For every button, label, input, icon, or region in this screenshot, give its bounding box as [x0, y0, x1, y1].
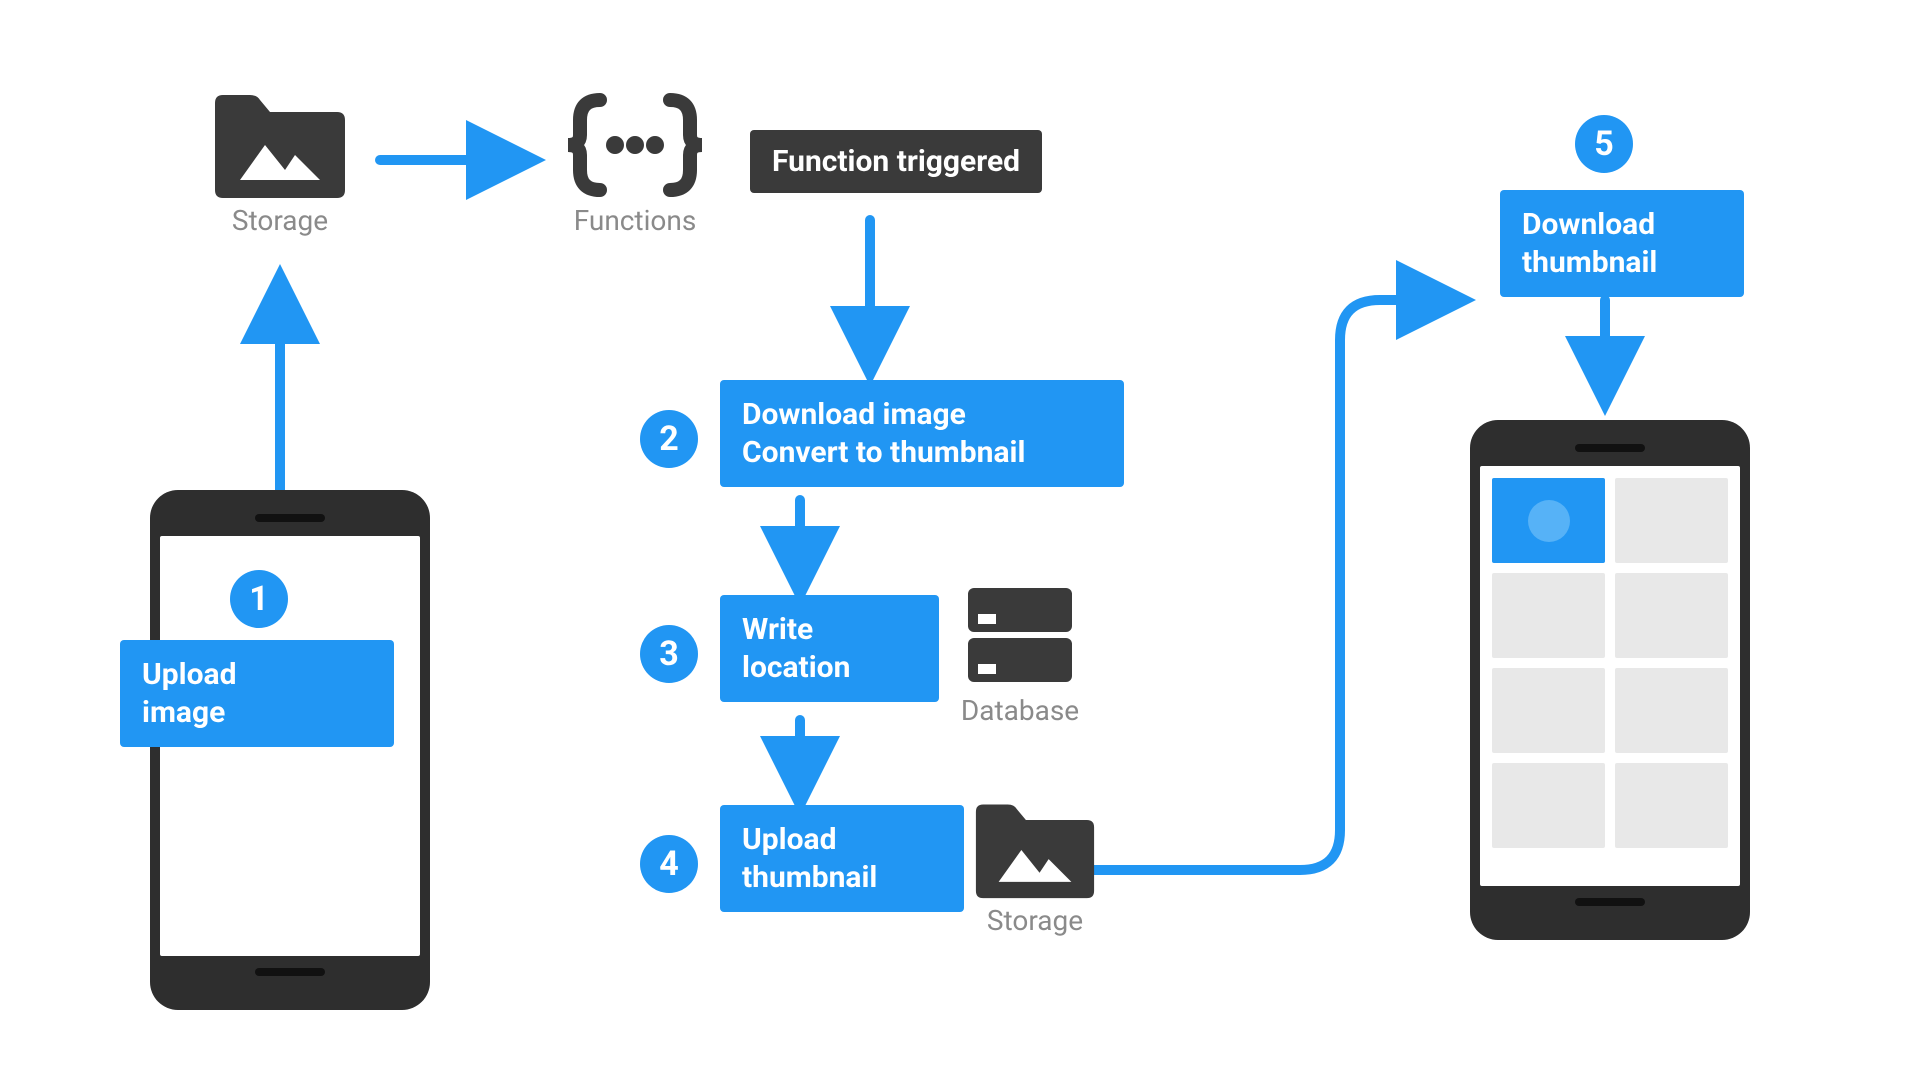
step-5-badge: 5: [1575, 115, 1633, 173]
step-4-line2: thumbnail: [742, 859, 942, 897]
database-label: Database: [960, 694, 1080, 727]
step-4-box: Upload thumbnail: [720, 805, 964, 912]
database-group: Database: [960, 580, 1080, 727]
grid-tile: [1492, 763, 1605, 848]
storage-top-group: Storage: [210, 90, 350, 237]
folder-image-icon: [210, 90, 350, 200]
step-5-line2: thumbnail: [1522, 245, 1657, 280]
diagram-stage: Storage Functions Function triggered 1 U…: [0, 0, 1920, 1080]
step-4-badge: 4: [640, 835, 698, 893]
storage-bottom-group: Storage: [970, 800, 1100, 937]
step-3-badge: 3: [640, 625, 698, 683]
grid-tile: [1615, 668, 1728, 753]
thumbnail-grid: [1480, 466, 1740, 860]
storage-bottom-label: Storage: [970, 904, 1100, 937]
database-icon: [960, 580, 1080, 690]
step-1-label-line1: Upload: [142, 657, 236, 692]
grid-tile: [1615, 478, 1728, 563]
functions-group: Functions: [560, 90, 710, 237]
step-1-box: Upload image: [120, 640, 394, 747]
step-5-line1: Download: [1522, 207, 1655, 242]
step-5-box: Download thumbnail: [1500, 190, 1744, 297]
step-2-line1: Download image: [742, 396, 1102, 434]
step-1-badge: 1: [230, 570, 288, 628]
functions-label: Functions: [560, 204, 710, 237]
step-2-box: Download image Convert to thumbnail: [720, 380, 1124, 487]
step-2-badge: 2: [640, 410, 698, 468]
step-3-line2: location: [742, 649, 917, 687]
grid-tile: [1615, 573, 1728, 658]
step-3-box: Write location: [720, 595, 939, 702]
step-2-line2: Convert to thumbnail: [742, 434, 1102, 472]
grid-tile: [1492, 668, 1605, 753]
thumbnail-tile: [1492, 478, 1605, 563]
step-3-line1: Write: [742, 611, 917, 649]
storage-top-label: Storage: [210, 204, 350, 237]
functions-icon: [560, 90, 710, 200]
phone-target: [1470, 420, 1750, 940]
grid-tile: [1615, 763, 1728, 848]
step-1-label-line2: image: [142, 695, 225, 730]
function-triggered-box: Function triggered: [750, 130, 1042, 193]
step-4-line1: Upload: [742, 821, 942, 859]
phone-source: [150, 490, 430, 1010]
folder-image-icon: [970, 800, 1100, 900]
grid-tile: [1492, 573, 1605, 658]
